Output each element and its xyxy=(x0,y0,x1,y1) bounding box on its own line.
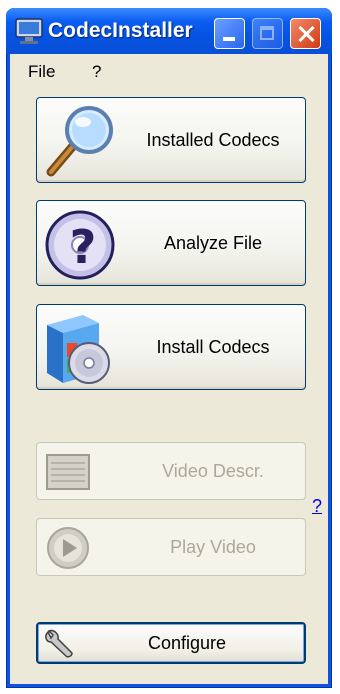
help-link[interactable]: ? xyxy=(312,496,322,517)
install-codecs-button[interactable]: Install Codecs xyxy=(36,304,306,390)
window-title: CodecInstaller xyxy=(48,19,193,42)
analyze-file-label: Analyze File xyxy=(163,232,263,253)
title-bar[interactable]: CodecInstaller xyxy=(6,8,332,54)
play-video-label: Play Video xyxy=(170,536,256,557)
analyze-file-button[interactable]: ? Analyze File xyxy=(36,200,306,286)
video-descr-label: Video Descr. xyxy=(162,460,264,481)
play-icon xyxy=(47,527,89,569)
software-box-icon xyxy=(47,315,110,384)
client-area: File ? Installed Codecs ? Analyze File I… xyxy=(10,54,328,684)
maximize-button[interactable] xyxy=(252,18,283,49)
configure-label: Configure xyxy=(147,632,227,653)
close-button[interactable] xyxy=(290,18,321,49)
play-video-button[interactable]: Play Video xyxy=(36,518,306,576)
configure-button[interactable]: Configure xyxy=(36,622,306,664)
menu-bar: File ? xyxy=(10,54,328,84)
menu-help[interactable]: ? xyxy=(92,62,101,82)
magnifier-icon xyxy=(46,106,113,177)
install-codecs-label: Install Codecs xyxy=(156,336,270,357)
installed-codecs-label: Installed Codecs xyxy=(146,129,280,150)
video-descr-button[interactable]: Video Descr. xyxy=(36,442,306,500)
wrench-icon xyxy=(45,629,73,658)
minimize-button[interactable] xyxy=(214,18,245,49)
installed-codecs-button[interactable]: Installed Codecs xyxy=(36,97,306,183)
svg-text:?: ? xyxy=(70,220,97,274)
document-list-icon xyxy=(46,454,90,490)
codec-installer-window: CodecInstaller File ? Installed Codecs ?… xyxy=(6,8,332,688)
disc-question-icon: ? xyxy=(45,210,115,280)
menu-file[interactable]: File xyxy=(28,62,55,82)
monitor-icon xyxy=(15,18,43,44)
